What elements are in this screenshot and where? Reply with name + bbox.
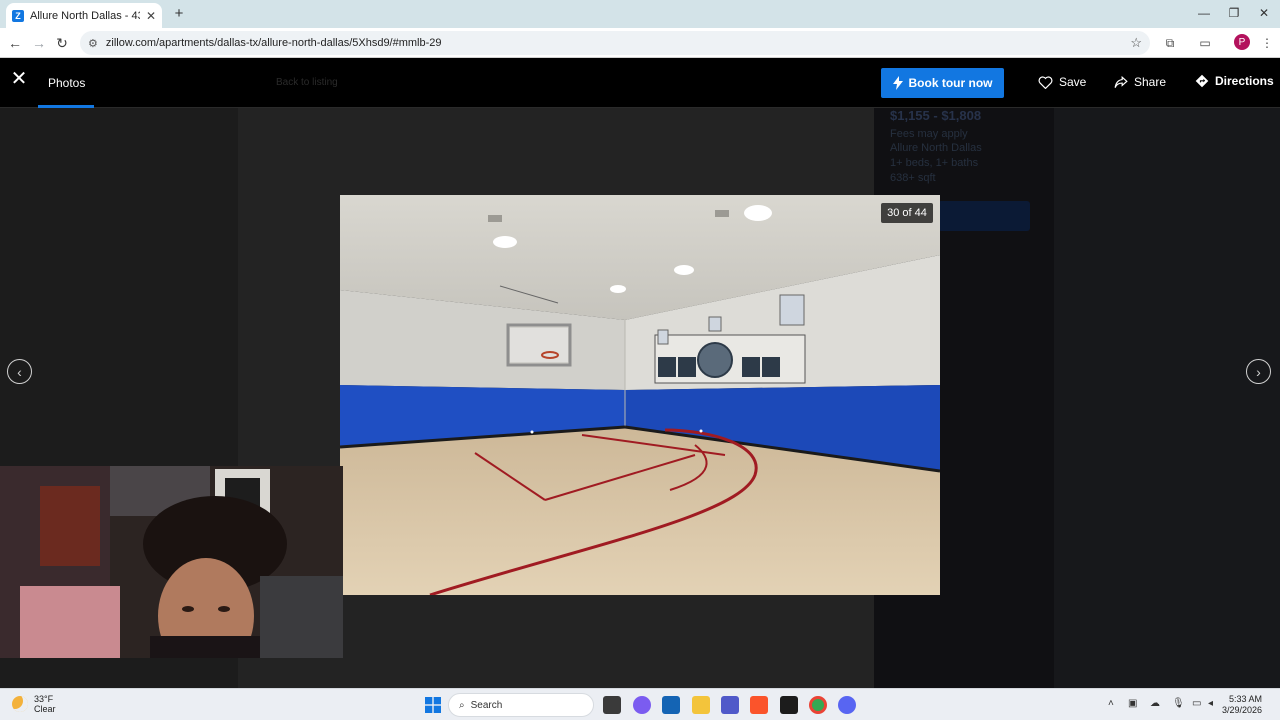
listing-photo-basketball-court xyxy=(340,195,940,595)
listing-sqft: 638+ sqft xyxy=(890,172,936,184)
background-tour-button xyxy=(938,201,1030,231)
zillow-page: $1,155 - $1,808 Fees may apply Allure No… xyxy=(0,58,1280,688)
search-icon: ⌕ xyxy=(459,699,465,711)
lightning-icon xyxy=(892,76,903,90)
weather-widget[interactable]: 33°F Clear xyxy=(12,694,56,714)
system-clock[interactable]: 5:33 AM 3/29/2026 xyxy=(1222,694,1262,716)
book-tour-button[interactable]: Book tour now xyxy=(881,68,1004,98)
taskbar-search-box[interactable]: ⌕ Search xyxy=(448,693,594,717)
bookmark-star-icon[interactable]: ☆ xyxy=(1130,35,1142,51)
address-bar[interactable]: ⚙ zillow.com/apartments/dallas-tx/allure… xyxy=(80,31,1150,55)
volume-icon[interactable]: ◂ xyxy=(1208,698,1213,709)
cloud-icon[interactable]: ☁ xyxy=(1150,698,1160,709)
weather-condition: Clear xyxy=(34,704,56,714)
file-explorer-icon[interactable] xyxy=(692,696,710,714)
listing-name: Allure North Dallas xyxy=(890,142,982,154)
tab-title: Allure North Dallas - 4300 Hori xyxy=(30,9,140,22)
new-tab-button[interactable]: + xyxy=(170,5,188,23)
restore-icon[interactable]: ❐ xyxy=(1226,6,1242,20)
chevron-up-icon[interactable]: ˄ xyxy=(1108,698,1114,709)
weather-temperature: 33°F xyxy=(34,694,54,704)
chrome-icon[interactable] xyxy=(809,696,827,714)
heart-icon xyxy=(1038,75,1053,89)
discord-icon[interactable] xyxy=(838,696,856,714)
book-tour-label: Book tour now xyxy=(908,76,993,90)
next-photo-button[interactable]: › xyxy=(1246,359,1271,384)
directions-button[interactable]: Directions xyxy=(1195,74,1274,88)
browser-tab-strip: Z Allure North Dallas - 4300 Hori ✕ + — … xyxy=(0,0,1280,28)
zillow-favicon-icon: Z xyxy=(12,9,24,22)
save-button[interactable]: Save xyxy=(1038,75,1086,89)
listing-price: $1,155 - $1,808 xyxy=(890,108,982,123)
microphone-icon[interactable]: 🎙 xyxy=(1172,698,1185,709)
copilot-icon[interactable] xyxy=(633,696,651,714)
clock-time: 5:33 AM xyxy=(1229,694,1263,704)
photo-counter: 30 of 44 xyxy=(881,203,933,223)
site-info-icon[interactable]: ⚙ xyxy=(88,37,98,50)
previous-photo-button[interactable]: ‹ xyxy=(7,359,32,384)
profile-avatar[interactable]: P xyxy=(1234,34,1250,50)
back-to-listing-link: Back to listing xyxy=(276,77,338,88)
forward-arrow-icon[interactable]: → xyxy=(31,34,47,52)
minimize-icon[interactable]: — xyxy=(1196,6,1212,20)
tab-close-icon[interactable]: ✕ xyxy=(146,9,156,23)
share-arrow-icon xyxy=(1114,75,1128,88)
close-viewer-icon[interactable]: ✕ xyxy=(10,69,28,89)
screen-cast-icon[interactable]: ▭ xyxy=(1196,34,1214,52)
photo-viewer-header: ✕ Photos Back to listing Book tour now S… xyxy=(0,58,1280,108)
windows-taskbar: 33°F Clear ⌕ Search ˄ ▣ ☁ 🎙 ▭ ◂ 5:33 AM … xyxy=(0,688,1280,720)
directions-diamond-icon xyxy=(1195,74,1209,88)
back-arrow-icon[interactable]: ← xyxy=(7,34,23,52)
share-button[interactable]: Share xyxy=(1114,75,1166,89)
listing-fees: Fees may apply xyxy=(890,128,968,140)
listing-beds-baths: 1+ beds, 1+ baths xyxy=(890,157,979,169)
directions-label: Directions xyxy=(1215,74,1274,88)
close-window-icon[interactable]: ✕ xyxy=(1256,6,1272,20)
app-icon[interactable] xyxy=(780,696,798,714)
tab-photos[interactable]: Photos xyxy=(48,76,85,90)
browser-toolbar: ← → ↻ ⚙ zillow.com/apartments/dallas-tx/… xyxy=(0,28,1280,58)
webcam-overlay xyxy=(0,466,343,658)
save-label: Save xyxy=(1059,75,1087,89)
extensions-icon[interactable]: ⧉ xyxy=(1161,34,1179,52)
moon-weather-icon xyxy=(12,696,28,712)
background-sidebar xyxy=(1054,108,1280,688)
clock-date: 3/29/2026 xyxy=(1222,705,1263,715)
windows-start-icon[interactable] xyxy=(425,697,441,713)
brave-icon[interactable] xyxy=(750,696,768,714)
reload-icon[interactable]: ↻ xyxy=(54,34,70,52)
search-placeholder: Search xyxy=(470,699,503,711)
active-tab-indicator xyxy=(38,105,94,108)
task-view-icon[interactable] xyxy=(603,696,621,714)
browser-tab[interactable]: Z Allure North Dallas - 4300 Hori ✕ xyxy=(6,3,162,28)
share-label: Share xyxy=(1134,75,1167,89)
url-text: zillow.com/apartments/dallas-tx/allure-n… xyxy=(105,37,442,49)
teams-icon[interactable] xyxy=(721,696,739,714)
store-icon[interactable] xyxy=(662,696,680,714)
network-icon[interactable]: ▭ xyxy=(1192,698,1201,709)
menu-kebab-icon[interactable]: ⋮ xyxy=(1258,34,1276,52)
tray-app-icon[interactable]: ▣ xyxy=(1128,698,1137,709)
